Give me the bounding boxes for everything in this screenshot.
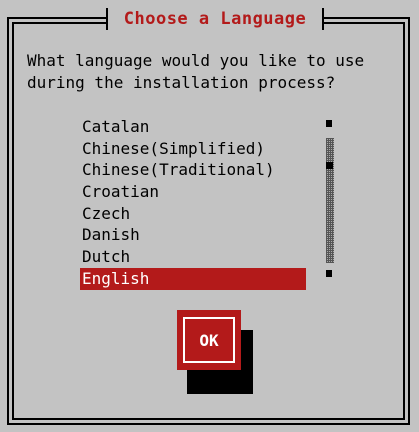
language-item-danish[interactable]: Danish	[80, 224, 306, 246]
scroll-up-icon[interactable]	[326, 120, 332, 127]
dialog-title-box: Choose a Language	[106, 8, 324, 30]
ok-button-label: OK	[199, 330, 219, 350]
dialog-title: Choose a Language	[123, 9, 307, 29]
scroll-down-icon[interactable]	[326, 270, 332, 277]
language-item-dutch[interactable]: Dutch	[80, 246, 306, 268]
language-list[interactable]: Catalan Chinese(Simplified) Chinese(Trad…	[80, 116, 306, 290]
language-item-croatian[interactable]: Croatian	[80, 181, 306, 203]
scroll-thumb[interactable]	[326, 162, 333, 169]
ok-button-focus-ring: OK	[183, 317, 235, 363]
language-item-chinese-simplified[interactable]: Chinese(Simplified)	[80, 138, 306, 160]
language-item-catalan[interactable]: Catalan	[80, 116, 306, 138]
ok-button[interactable]: OK	[177, 310, 241, 370]
language-item-chinese-traditional[interactable]: Chinese(Traditional)	[80, 159, 306, 181]
installer-screen: Choose a Language What language would yo…	[0, 0, 419, 432]
language-item-english[interactable]: English	[80, 267, 306, 290]
language-list-scrollbar[interactable]	[326, 120, 334, 280]
scroll-track[interactable]	[326, 138, 334, 263]
language-prompt: What language would you like to use duri…	[27, 51, 365, 92]
language-item-czech[interactable]: Czech	[80, 203, 306, 225]
